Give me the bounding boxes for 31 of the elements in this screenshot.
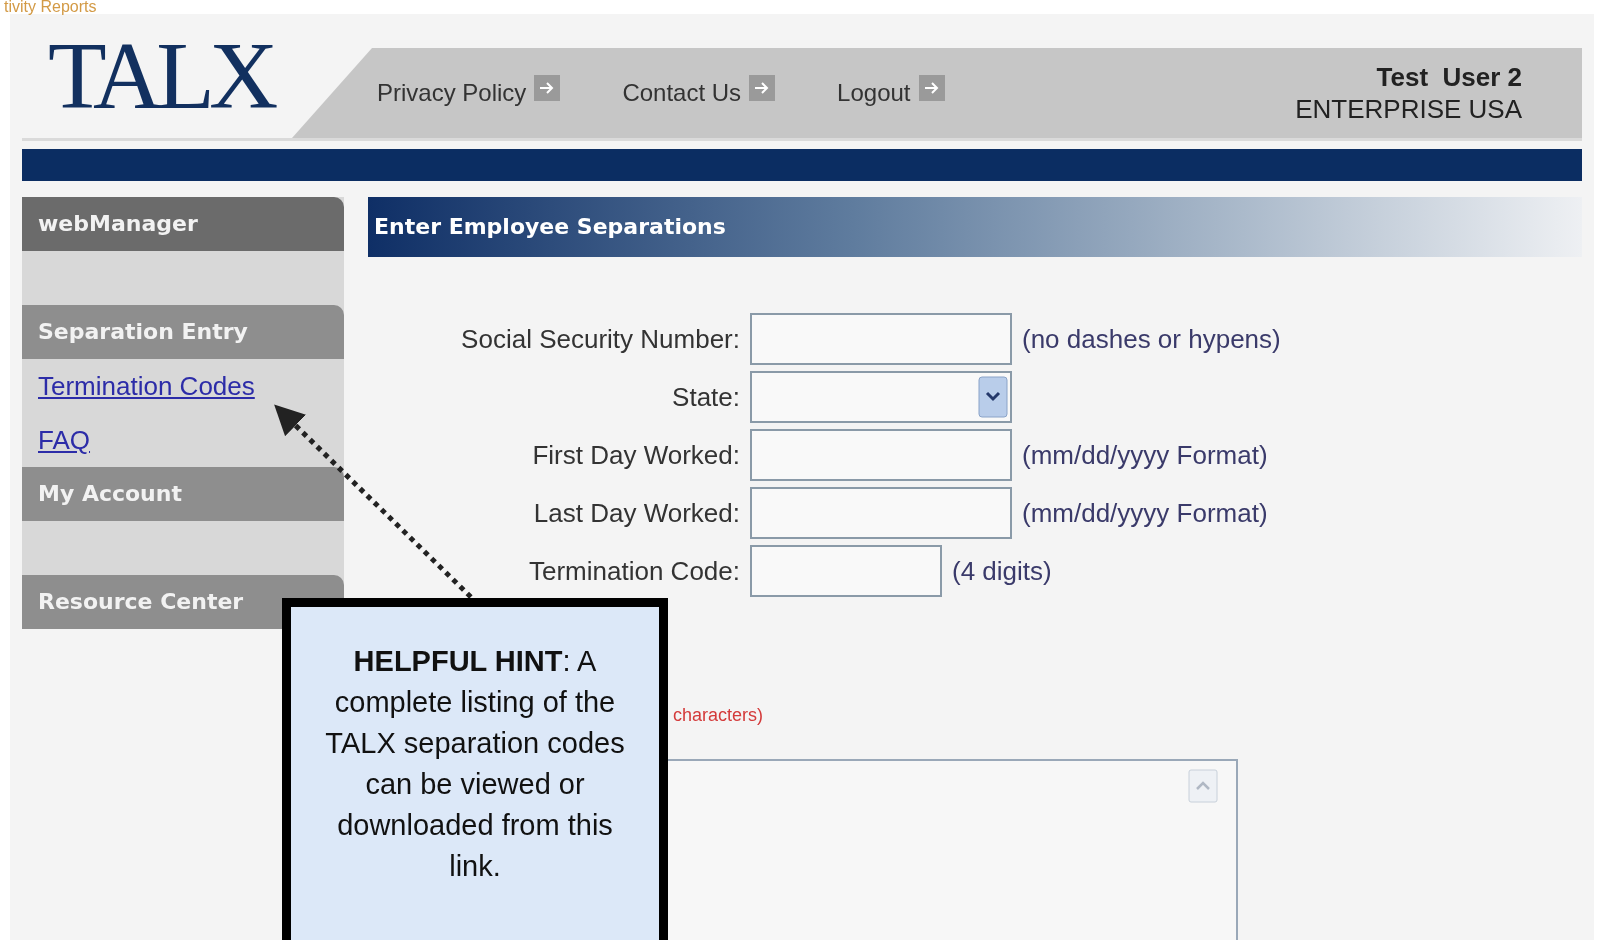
- section-header: Separation Entry: [22, 305, 344, 359]
- page-title: Enter Employee Separations: [368, 197, 1582, 257]
- scroll-up-icon: [1188, 769, 1218, 803]
- company-name: ENTERPRISE USA: [1295, 93, 1522, 125]
- state-dropdown[interactable]: [750, 371, 1012, 423]
- hint-text: HELPFUL HINT: A complete listing of the TALX separation codes can be viewed or downloaded from this link.: [325, 644, 625, 884]
- field-label: Termination Code:: [528, 555, 741, 587]
- field-hint: (mm/dd/yyyy Format): [1022, 439, 1268, 471]
- nav-link[interactable]: Contact Us: [622, 79, 776, 107]
- character-limit-note: characters): [673, 705, 764, 725]
- text-field[interactable]: [750, 545, 942, 597]
- field-label: Last Day Worked:: [532, 497, 741, 529]
- text-field[interactable]: [750, 429, 1012, 481]
- section-header: webManager: [22, 197, 344, 251]
- section-header: My Account: [22, 467, 344, 521]
- user-name: Test User 2: [1375, 61, 1522, 93]
- nav-link[interactable]: Logout: [837, 79, 945, 107]
- talx-logo: TALX: [47, 26, 274, 126]
- field-label: Social Security Number:: [460, 323, 741, 355]
- field-label: State:: [671, 381, 741, 413]
- sidebar-link[interactable]: FAQ: [38, 424, 90, 456]
- field-hint: (no dashes or hypens): [1022, 323, 1281, 355]
- chevron-icon: [978, 376, 1008, 418]
- text-field[interactable]: [750, 313, 1012, 365]
- nav-link[interactable]: Privacy Policy: [377, 79, 561, 107]
- field-label: First Day Worked:: [531, 439, 741, 471]
- text-field[interactable]: [750, 487, 1012, 539]
- slide-title: tivity Reports: [3, 0, 98, 14]
- field-hint: (mm/dd/yyyy Format): [1022, 497, 1268, 529]
- sidebar-link[interactable]: Termination Codes: [38, 370, 255, 402]
- field-hint: (4 digits): [952, 555, 1052, 587]
